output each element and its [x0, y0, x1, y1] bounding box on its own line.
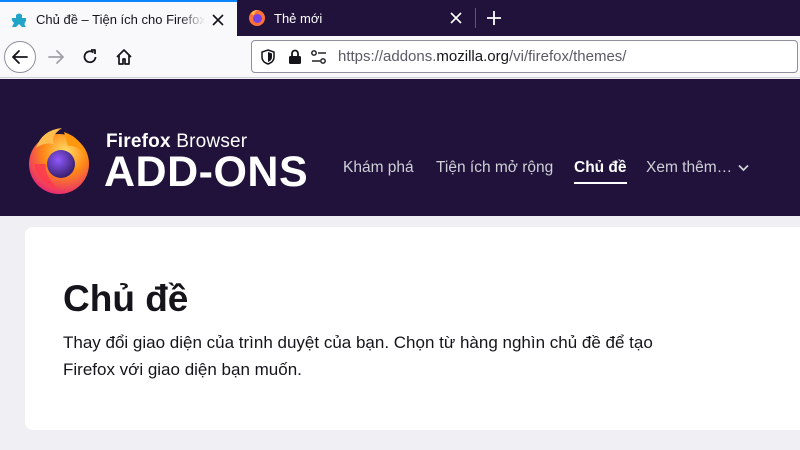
- url-path: /vi/firefox/themes/: [508, 48, 627, 65]
- nav-link-extensions[interactable]: Tiện ích mở rộng: [436, 159, 553, 177]
- arrow-right-icon: [48, 50, 64, 64]
- tab-themes[interactable]: Chủ đề – Tiện ích cho Firefox (vi): [0, 0, 237, 37]
- plus-icon: [487, 11, 501, 25]
- nav-link-themes[interactable]: Chủ đề: [574, 159, 627, 184]
- reload-icon: [83, 49, 97, 64]
- nav-toolbar: https://addons.mozilla.org/vi/firefox/th…: [0, 36, 800, 78]
- nav-link-more[interactable]: Xem thêm…: [646, 159, 749, 177]
- close-icon[interactable]: [209, 11, 227, 29]
- tab-strip: Chủ đề – Tiện ích cho Firefox (vi) Thẻ m…: [0, 0, 800, 37]
- reload-button[interactable]: [74, 41, 106, 73]
- brand-title[interactable]: ADD-ONS: [104, 150, 308, 194]
- url-domain: mozilla.org: [436, 48, 509, 65]
- page-title: Chủ đề: [63, 278, 189, 319]
- close-icon[interactable]: [447, 9, 465, 27]
- back-button[interactable]: [4, 41, 36, 73]
- permissions-icon[interactable]: [308, 46, 330, 68]
- puzzle-icon: [10, 11, 28, 29]
- url-text: https://addons.mozilla.org/vi/firefox/th…: [338, 48, 626, 65]
- page-description: Thay đổi giao diện của trình duyệt của b…: [63, 333, 653, 379]
- url-prefix: https://addons.: [338, 48, 437, 65]
- nav-link-explore[interactable]: Khám phá: [343, 159, 414, 177]
- chevron-down-icon: [738, 159, 749, 177]
- forward-button[interactable]: [40, 41, 72, 73]
- tab-title: Chủ đề – Tiện ích cho Firefox (vi): [36, 12, 205, 27]
- arrow-left-icon: [12, 50, 28, 64]
- tab-title: Thẻ mới: [274, 10, 323, 26]
- home-icon: [116, 49, 132, 65]
- tab-new-tab[interactable]: Thẻ mới: [238, 0, 475, 36]
- firefox-logo-icon[interactable]: [24, 126, 94, 196]
- firefox-icon: [248, 9, 266, 27]
- tab-divider: [475, 8, 476, 28]
- new-tab-button[interactable]: [480, 4, 508, 32]
- home-button[interactable]: [108, 41, 140, 73]
- shield-icon[interactable]: [257, 46, 279, 68]
- lock-icon[interactable]: [284, 46, 306, 68]
- nav-more-label: Xem thêm…: [646, 159, 733, 177]
- site-header: Firefox Browser ADD-ONS Khám phá Tiện íc…: [0, 79, 800, 216]
- url-bar[interactable]: https://addons.mozilla.org/vi/firefox/th…: [251, 40, 798, 73]
